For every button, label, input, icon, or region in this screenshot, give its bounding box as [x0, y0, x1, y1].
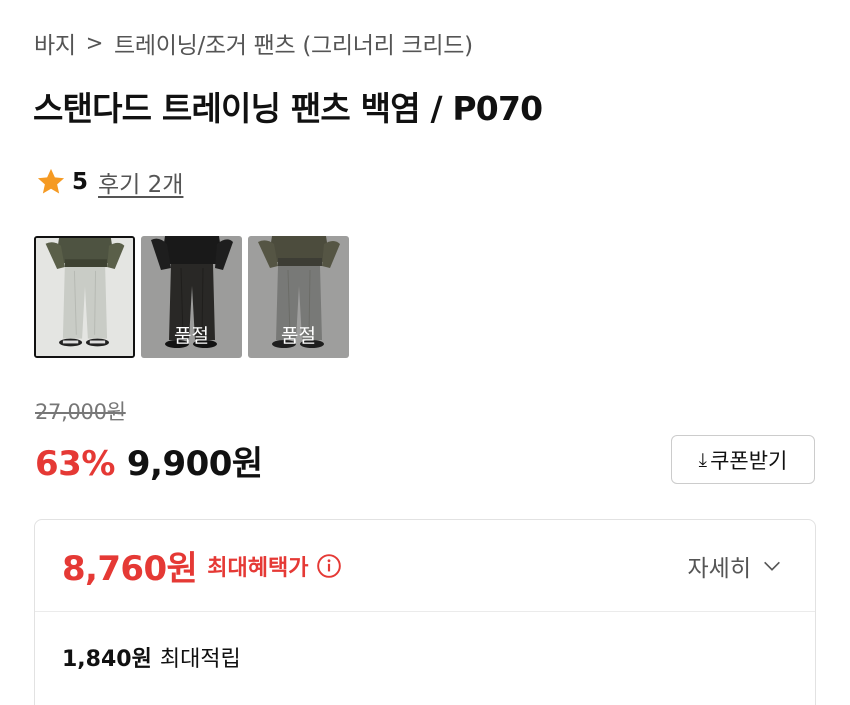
breadcrumb-category[interactable]: 바지	[34, 26, 76, 60]
coupon-download-button[interactable]: ⤓ 쿠폰받기	[671, 435, 815, 484]
sold-out-label: 품절	[174, 325, 209, 347]
breadcrumb-subcategory[interactable]: 트레이닝/조거 팬츠 (그리너리 크리드)	[114, 26, 473, 60]
info-icon[interactable]	[316, 553, 342, 579]
price-row: 63% 9,900원	[35, 436, 263, 485]
rating-summary: 5 후기 2개	[35, 164, 183, 200]
max-points-amount: 1,840원	[62, 647, 152, 672]
sale-price: 9,900원	[126, 444, 263, 484]
benefit-panel: 8,760원 최대혜택가 자세히 1,840원 최대적립	[34, 519, 816, 705]
sold-out-label: 품절	[281, 325, 316, 347]
thumbnail-gray[interactable]: 품절	[248, 236, 349, 358]
max-points-row: 1,840원 최대적립	[35, 612, 815, 702]
color-thumbnail-list: 품절 품절	[34, 236, 349, 358]
product-image	[36, 238, 133, 356]
product-title: 스탠다드 트레이닝 팬츠 백염 / P070	[33, 89, 543, 128]
original-price: 27,000원	[35, 400, 126, 424]
star-icon	[37, 168, 65, 194]
thumbnail-light-gray[interactable]	[34, 236, 135, 358]
discount-rate: 63%	[35, 444, 115, 484]
download-icon: ⤓	[698, 448, 708, 471]
max-benefit-price: 8,760원	[62, 549, 198, 589]
coupon-button-label: 쿠폰받기	[710, 448, 788, 473]
details-label: 자세히	[687, 556, 751, 582]
thumbnail-charcoal[interactable]: 품절	[141, 236, 242, 358]
max-benefit-label: 최대혜택가	[207, 555, 309, 581]
breadcrumb-separator: >	[85, 31, 104, 55]
rating-score: 5	[72, 169, 89, 195]
breadcrumb: 바지 > 트레이닝/조거 팬츠 (그리너리 크리드)	[34, 26, 473, 60]
review-count-link[interactable]: 후기 2개	[98, 165, 183, 199]
details-toggle[interactable]: 자세히	[688, 520, 783, 612]
max-benefit-row: 8,760원 최대혜택가 자세히	[35, 520, 815, 612]
chevron-down-icon	[764, 561, 780, 571]
max-points-label: 최대적립	[159, 647, 241, 672]
